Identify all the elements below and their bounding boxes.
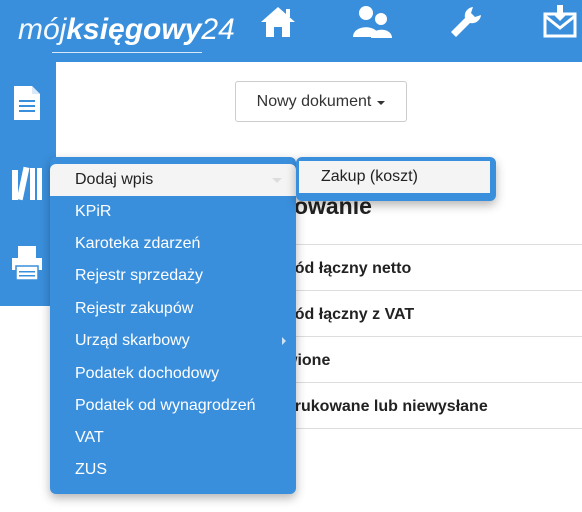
users-icon[interactable] <box>348 2 396 42</box>
row-divider <box>285 244 582 245</box>
top-navigation-bar: mójksięgowy24 <box>0 0 582 62</box>
menu-item-rejestr-zakupow[interactable]: Rejestr zakupów <box>50 293 296 325</box>
menu-item-podatek-od-wynagrodzen[interactable]: Podatek od wynagrodzeń <box>50 390 296 422</box>
logo-part-moj: mój <box>18 13 67 46</box>
new-document-button[interactable]: Nowy dokument <box>235 81 407 122</box>
list-item[interactable]: hód łączny z VAT <box>285 306 414 324</box>
menu-item-label: Podatek od wynagrodzeń <box>75 397 256 414</box>
app-logo[interactable]: mójksięgowy24 <box>18 10 235 50</box>
menu-item-vat[interactable]: VAT <box>50 422 296 454</box>
menu-item-label: ZUS <box>75 461 107 478</box>
menu-item-podatek-dochodowy[interactable]: Podatek dochodowy <box>50 358 296 390</box>
submenu-item-zakup-koszt[interactable]: Zakup (koszt) <box>299 161 490 193</box>
menu-item-label: Urząd skarbowy <box>75 332 190 349</box>
menu-item-urzad-skarbowy[interactable]: Urząd skarbowy <box>50 325 296 357</box>
submenu-item-label: Zakup (koszt) <box>321 168 418 185</box>
chevron-down-icon <box>377 100 386 105</box>
wrench-icon[interactable] <box>442 2 490 42</box>
document-icon[interactable] <box>4 80 50 126</box>
books-icon[interactable] <box>4 160 50 206</box>
chevron-right-icon <box>282 337 286 345</box>
menu-item-karoteka[interactable]: Karoteka zdarzeń <box>50 228 296 260</box>
logo-underline <box>52 52 202 53</box>
logo-part-24: 24 <box>201 13 235 46</box>
row-divider <box>285 382 582 383</box>
menu-item-label: Karoteka zdarzeń <box>75 235 201 252</box>
menu-item-label: KPiR <box>75 203 112 220</box>
list-item[interactable]: hód łączny netto <box>285 260 411 278</box>
printer-icon[interactable] <box>4 240 50 286</box>
logo-part-ksiegowy: księgowy <box>66 13 202 46</box>
left-sidebar <box>0 62 56 306</box>
row-divider <box>285 428 582 429</box>
menu-item-kpir[interactable]: KPiR <box>50 196 296 228</box>
menu-item-dodaj-wpis[interactable]: Dodaj wpis <box>50 164 296 196</box>
dropdown-menu: Dodaj wpis KPiR Karoteka zdarzeń Rejestr… <box>50 157 296 494</box>
row-divider <box>285 290 582 291</box>
menu-item-label: VAT <box>75 429 104 446</box>
row-divider <box>285 336 582 337</box>
menu-item-label: Rejestr zakupów <box>75 300 194 317</box>
menu-item-zus[interactable]: ZUS <box>50 454 296 486</box>
new-document-label: Nowy dokument <box>256 92 372 110</box>
submenu: Zakup (koszt) <box>296 157 496 201</box>
menu-item-rejestr-sprzedazy[interactable]: Rejestr sprzedaży <box>50 260 296 292</box>
list-item[interactable]: drukowane lub niewysłane <box>285 398 488 416</box>
mail-download-icon[interactable] <box>536 2 582 42</box>
menu-item-label: Podatek dochodowy <box>75 365 220 382</box>
caret-down-icon <box>272 178 282 183</box>
menu-item-label: Rejestr sprzedaży <box>75 267 204 284</box>
home-icon[interactable] <box>254 2 302 42</box>
menu-item-label: Dodaj wpis <box>75 171 154 188</box>
